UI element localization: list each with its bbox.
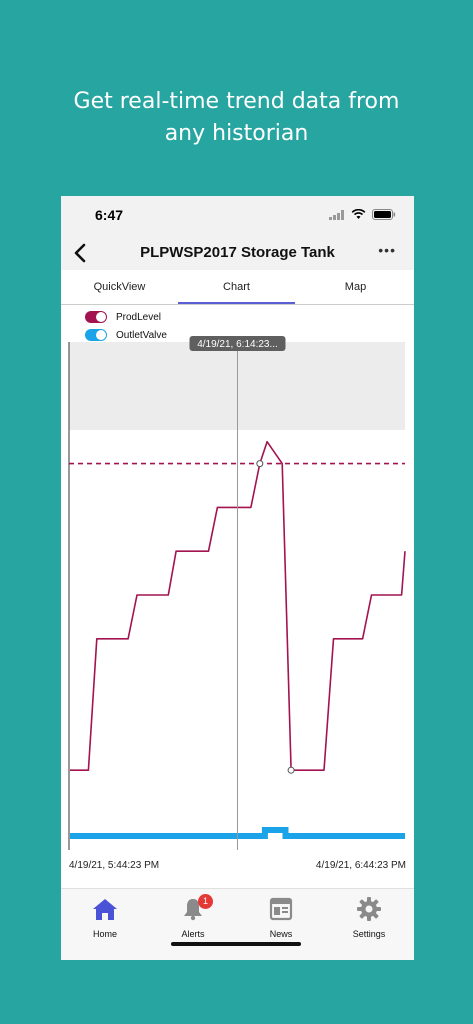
more-button[interactable]: ••• bbox=[378, 242, 396, 258]
cursor-point bbox=[256, 460, 264, 468]
tab-map[interactable]: Map bbox=[297, 270, 414, 304]
battery-icon bbox=[372, 209, 396, 220]
trend-chart[interactable]: 4/19/21, 6:14:23... bbox=[61, 336, 414, 856]
status-time: 6:47 bbox=[95, 207, 124, 223]
tab-news-label: News bbox=[269, 929, 293, 939]
min-point bbox=[287, 766, 295, 774]
page-title: PLPWSP2017 Storage Tank bbox=[140, 244, 335, 261]
news-icon bbox=[269, 897, 293, 921]
home-icon bbox=[93, 899, 117, 920]
tab-home-label: Home bbox=[92, 929, 117, 939]
tab-news[interactable]: News bbox=[246, 897, 316, 939]
headline-line1: Get real-time trend data from bbox=[73, 89, 400, 114]
headline-line2: any historian bbox=[164, 121, 309, 146]
phone-screen: 6:47 PLPWSP2017 Storage Tank ••• QuickVi… bbox=[61, 196, 414, 960]
x-axis-end-label: 4/19/21, 6:44:23 PM bbox=[315, 860, 406, 871]
tab-alerts-label: Alerts bbox=[181, 929, 205, 939]
tab-home[interactable]: Home bbox=[70, 897, 140, 939]
wifi-icon bbox=[351, 209, 366, 219]
legend-label-prodlevel: ProdLevel bbox=[116, 311, 162, 323]
nav-bar: PLPWSP2017 Storage Tank ••• bbox=[61, 236, 414, 270]
bottom-tab-bar: Home 1 Alerts News Settings bbox=[61, 888, 414, 960]
prodlevel-toggle[interactable] bbox=[85, 311, 107, 323]
tab-alerts[interactable]: 1 Alerts bbox=[158, 894, 228, 939]
tab-settings[interactable]: Settings bbox=[334, 897, 404, 939]
home-indicator bbox=[171, 942, 301, 946]
back-chevron-icon[interactable] bbox=[70, 238, 90, 268]
tab-quickview[interactable]: QuickView bbox=[61, 270, 178, 304]
cursor-label: 4/19/21, 6:14:23... bbox=[197, 339, 278, 350]
headline: Get real-time trend data from any histor… bbox=[0, 86, 473, 150]
tab-chart[interactable]: Chart bbox=[178, 270, 295, 304]
signal-icon bbox=[329, 209, 344, 220]
legend-item-prodlevel: ProdLevel bbox=[85, 308, 167, 326]
alerts-badge: 1 bbox=[198, 894, 213, 909]
tab-settings-label: Settings bbox=[352, 929, 386, 939]
tab-strip: QuickView Chart Map bbox=[61, 270, 414, 305]
status-icons bbox=[329, 209, 396, 220]
x-axis-start-label: 4/19/21, 5:44:23 PM bbox=[69, 860, 160, 871]
gear-icon bbox=[357, 897, 381, 921]
status-bar: 6:47 bbox=[61, 196, 414, 236]
